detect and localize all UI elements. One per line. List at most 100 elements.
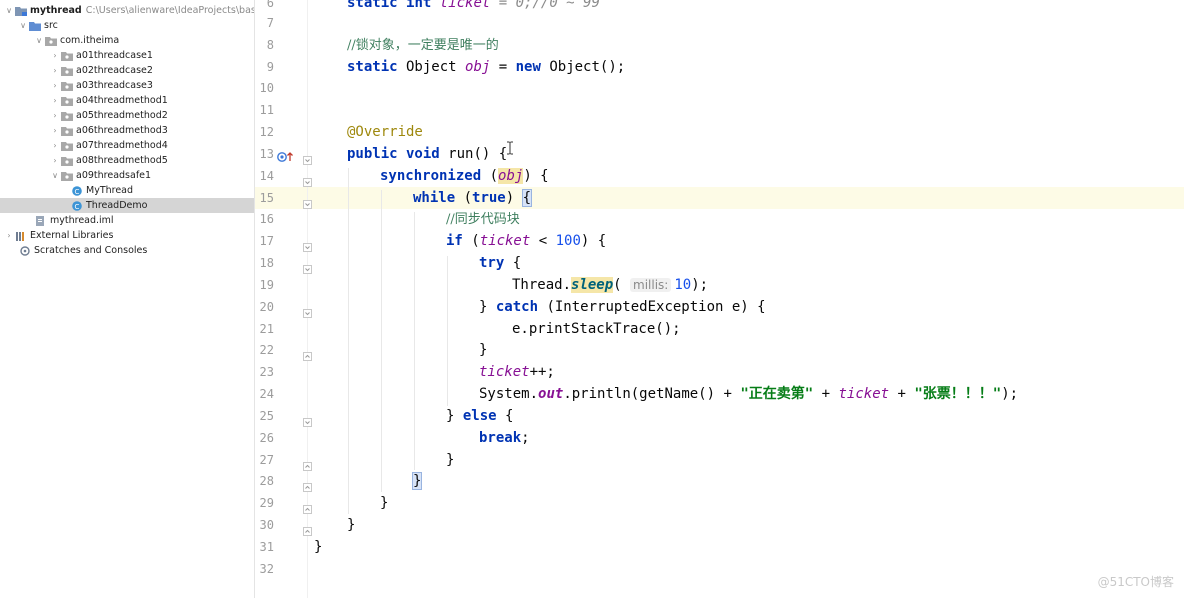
line-number: 15: [259, 191, 274, 205]
chevron-down-icon[interactable]: ∨: [18, 21, 28, 30]
code-line-29[interactable]: }: [380, 492, 388, 514]
fold-marker-icon[interactable]: [303, 346, 312, 361]
code-line-9[interactable]: static Object obj = new Object();: [347, 56, 625, 78]
code-line-26[interactable]: break;: [479, 427, 530, 449]
code-line-18[interactable]: try {: [479, 252, 521, 274]
code-line-30[interactable]: }: [347, 514, 355, 536]
line-number: 25: [259, 409, 274, 423]
indent-guide: [447, 256, 448, 406]
override-marker-icon[interactable]: [277, 148, 295, 162]
indent-guide: [348, 168, 349, 514]
tree-item-src[interactable]: ∨ src: [0, 18, 254, 33]
fold-marker-icon[interactable]: [303, 521, 312, 536]
tree-item-subpackage[interactable]: › a07threadmethod4: [0, 138, 254, 153]
code-line-23[interactable]: ticket++;: [479, 361, 555, 383]
code-line-27[interactable]: }: [446, 449, 454, 471]
subpackage-label: a02threadcase2: [76, 65, 153, 76]
line-number: 14: [259, 169, 274, 183]
tree-item-class-selected[interactable]: C ThreadDemo: [0, 198, 254, 213]
line-number: 22: [259, 343, 274, 357]
chevron-down-icon[interactable]: ∨: [50, 171, 60, 180]
src-label: src: [44, 20, 58, 31]
tree-item-iml[interactable]: mythread.iml: [0, 213, 254, 228]
line-number: 7: [266, 16, 274, 30]
fold-marker-icon[interactable]: [303, 499, 312, 514]
package-icon: [61, 51, 73, 61]
code-line-28[interactable]: }: [411, 470, 423, 492]
code-line-21[interactable]: e.printStackTrace();: [512, 318, 681, 340]
chevron-right-icon[interactable]: ›: [50, 111, 60, 120]
caret-row-highlight: [255, 187, 1184, 209]
indent-guide: [414, 212, 415, 470]
code-line-31[interactable]: }: [314, 536, 322, 558]
line-number: 12: [259, 125, 274, 139]
package-icon: [61, 111, 73, 121]
chevron-right-icon[interactable]: ›: [50, 66, 60, 75]
chevron-right-icon[interactable]: ›: [50, 51, 60, 60]
subpackage-label: a08threadmethod5: [76, 155, 168, 166]
line-number: 31: [259, 540, 274, 554]
fold-marker-icon[interactable]: [303, 194, 312, 209]
code-line-19[interactable]: Thread.sleep( millis: 10);: [512, 274, 708, 296]
code-line-16[interactable]: //同步代码块: [446, 208, 520, 230]
line-number: 18: [259, 256, 274, 270]
subpackage-label: a09threadsafe1: [76, 170, 152, 181]
java-class-icon: C: [71, 185, 83, 196]
tree-item-subpackage[interactable]: › a04threadmethod1: [0, 93, 254, 108]
fold-marker-icon[interactable]: [303, 172, 312, 187]
chevron-right-icon[interactable]: ›: [50, 141, 60, 150]
subpackage-label: a06threadmethod3: [76, 125, 168, 136]
tree-item-subpackage[interactable]: › a02threadcase2: [0, 63, 254, 78]
tree-item-external-libraries[interactable]: › External Libraries: [0, 228, 254, 243]
tree-item-class[interactable]: C MyThread: [0, 183, 254, 198]
tree-item-subpackage[interactable]: › a03threadcase3: [0, 78, 254, 93]
code-line-25[interactable]: } else {: [446, 405, 513, 427]
java-class-icon: C: [71, 200, 83, 211]
fold-marker-icon[interactable]: [303, 477, 312, 492]
code-line-6[interactable]: static int ticket = 0;//0 ~ 99: [347, 0, 600, 14]
fold-marker-icon[interactable]: [303, 303, 312, 318]
code-line-22[interactable]: }: [479, 339, 487, 361]
code-line-17[interactable]: if (ticket < 100) {: [446, 230, 606, 252]
tree-item-subpackage[interactable]: › a06threadmethod3: [0, 123, 254, 138]
fold-marker-icon[interactable]: [303, 259, 312, 274]
code-line-15[interactable]: while (true) {: [413, 187, 533, 209]
subpackage-label: a07threadmethod4: [76, 140, 168, 151]
svg-text:C: C: [75, 188, 80, 196]
chevron-right-icon[interactable]: ›: [50, 81, 60, 90]
chevron-right-icon[interactable]: ›: [4, 231, 14, 240]
line-number: 28: [259, 474, 274, 488]
chevron-right-icon[interactable]: ›: [50, 156, 60, 165]
chevron-right-icon[interactable]: ›: [50, 96, 60, 105]
code-line-20[interactable]: } catch (InterruptedException e) {: [479, 296, 766, 318]
fold-marker-icon[interactable]: [303, 150, 312, 165]
class-label: MyThread: [86, 185, 134, 196]
fold-marker-icon[interactable]: [303, 412, 312, 427]
class-label: ThreadDemo: [86, 200, 148, 211]
code-line-13[interactable]: public void run() {: [347, 143, 507, 165]
tree-item-subpackage[interactable]: › a01threadcase1: [0, 48, 254, 63]
chevron-down-icon[interactable]: ∨: [4, 6, 14, 15]
external-libraries-label: External Libraries: [30, 230, 114, 241]
fold-marker-icon[interactable]: [303, 237, 312, 252]
fold-marker-icon[interactable]: [303, 456, 312, 471]
folder-icon: [29, 21, 41, 31]
chevron-down-icon[interactable]: ∨: [34, 36, 44, 45]
code-line-8[interactable]: //锁对象，一定要是唯一的: [347, 34, 499, 56]
tree-item-scratches[interactable]: Scratches and Consoles: [0, 243, 254, 258]
project-tree: ∨ mythread C:\Users\alienware\IdeaProjec…: [0, 0, 255, 598]
line-number: 32: [259, 562, 274, 576]
line-number: 9: [266, 60, 274, 74]
watermark: @51CTO博客: [1097, 575, 1174, 589]
code-line-24[interactable]: System.out.println(getName() + "正在卖第" + …: [479, 383, 1018, 405]
chevron-right-icon[interactable]: ›: [50, 126, 60, 135]
tree-item-subpackage[interactable]: ∨ a09threadsafe1: [0, 168, 254, 183]
tree-item-subpackage[interactable]: › a05threadmethod2: [0, 108, 254, 123]
line-number: 11: [259, 103, 274, 117]
tree-item-subpackage[interactable]: › a08threadmethod5: [0, 153, 254, 168]
code-line-14[interactable]: synchronized (obj) {: [380, 165, 549, 187]
tree-item-package[interactable]: ∨ com.itheima: [0, 33, 254, 48]
code-line-12[interactable]: @Override: [347, 121, 423, 143]
line-number: 24: [259, 387, 274, 401]
tree-item-root[interactable]: ∨ mythread C:\Users\alienware\IdeaProjec…: [0, 3, 254, 18]
